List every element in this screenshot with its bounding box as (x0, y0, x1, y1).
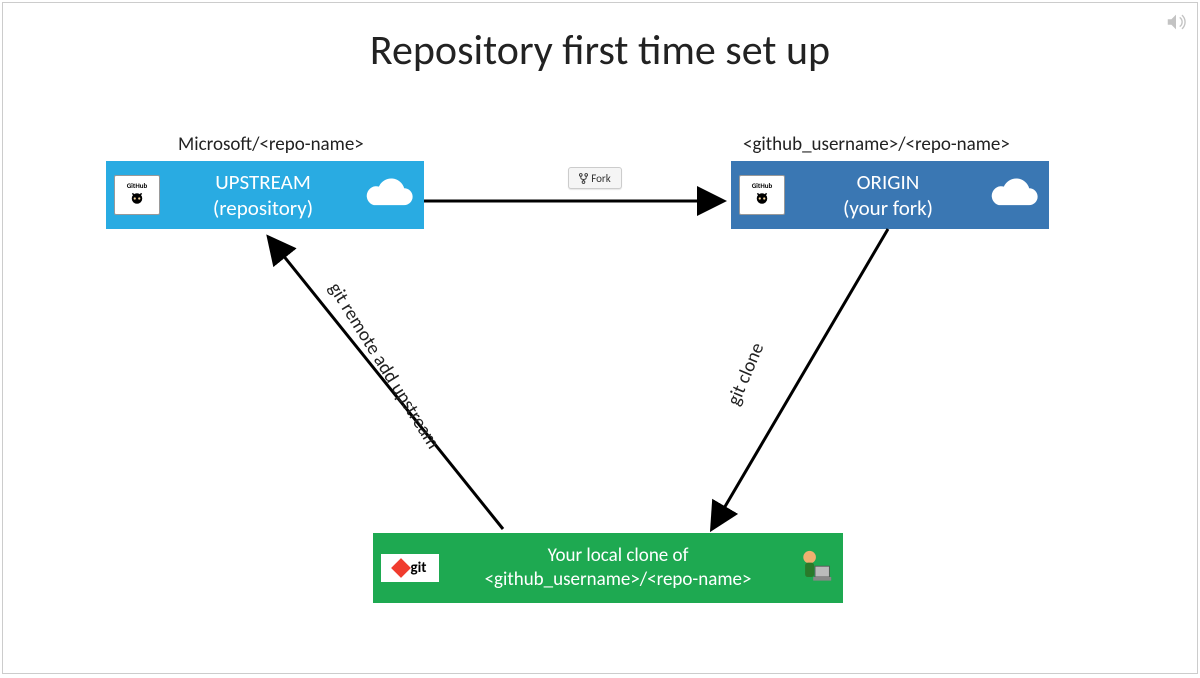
origin-label-2: (your fork) (843, 195, 933, 221)
local-text: Your local clone of <github_username>/<r… (373, 544, 843, 592)
fork-button[interactable]: Fork (568, 167, 622, 189)
github-badge-label: GitHub (752, 181, 773, 190)
git-icon (391, 558, 411, 578)
git-badge: git (381, 554, 439, 582)
slide-title: Repository first time set up (3, 25, 1197, 76)
local-label-2: <github_username>/<repo-name> (485, 568, 752, 591)
upstream-label-2: (repository) (213, 195, 313, 221)
origin-label-1: ORIGIN (857, 169, 920, 195)
user-computer-icon (797, 548, 833, 588)
upstream-label-1: UPSTREAM (215, 169, 311, 195)
fork-icon (579, 173, 588, 184)
fork-arrow (424, 191, 731, 211)
github-badge: GitHub (114, 175, 160, 215)
origin-caption: <github_username>/<repo-name> (743, 133, 1010, 156)
origin-box: GitHub ORIGIN (your fork) (731, 161, 1049, 229)
cloud-icon (987, 177, 1041, 213)
cloud-icon (362, 177, 416, 213)
local-label-1: Your local clone of (548, 544, 689, 567)
github-icon (127, 191, 147, 209)
local-box: git Your local clone of <github_username… (373, 533, 843, 603)
github-badge: GitHub (739, 175, 785, 215)
github-badge-label: GitHub (127, 181, 148, 190)
upstream-caption: Microsoft/<repo-name> (178, 133, 364, 156)
git-badge-label: git (411, 559, 427, 577)
github-icon (752, 191, 772, 209)
slide: Repository first time set up Microsoft/<… (2, 2, 1198, 674)
upstream-box: GitHub UPSTREAM (repository) (106, 161, 424, 229)
fork-button-label: Fork (591, 172, 611, 185)
